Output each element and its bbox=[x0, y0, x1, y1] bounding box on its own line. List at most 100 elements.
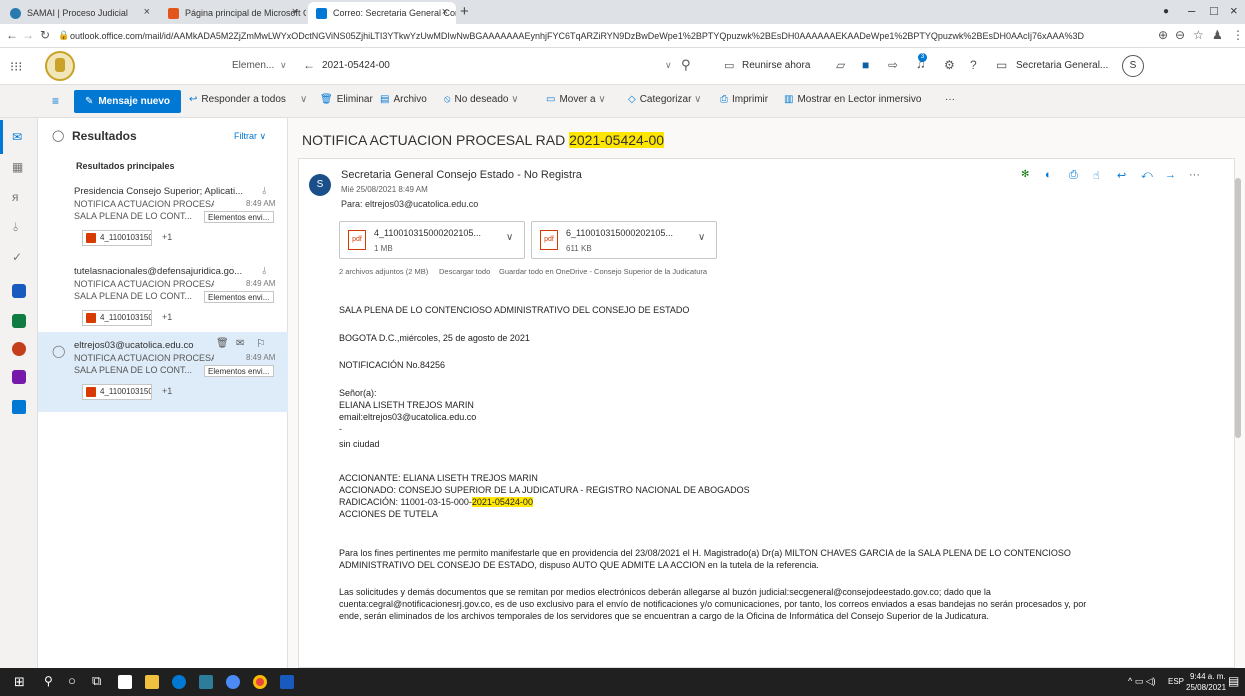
filter-button[interactable]: Filtrar ∨ bbox=[234, 131, 266, 142]
account-icon[interactable]: ♟ bbox=[1212, 28, 1223, 42]
print-button[interactable]: ⎙ Imprimir bbox=[720, 94, 768, 105]
list-item[interactable]: Presidencia Consejo Superior; Aplicati..… bbox=[38, 180, 288, 260]
chrome-icon[interactable] bbox=[253, 675, 267, 689]
tab-microsoft-office[interactable]: Página principal de Microsoft Off × bbox=[160, 2, 306, 24]
folder-dropdown[interactable]: Elemen... bbox=[232, 60, 274, 71]
meet-now-button[interactable]: Reunirse ahora bbox=[742, 60, 810, 71]
save-onedrive-link[interactable]: Guardar todo en OneDrive - Consejo Super… bbox=[499, 267, 707, 276]
mail-app-icon[interactable] bbox=[118, 675, 132, 689]
app-launcher-icon[interactable]: ⁝⁝⁝ bbox=[10, 59, 22, 75]
categorize-button[interactable]: ◇ Categorizar ∨ bbox=[628, 94, 702, 105]
word-icon[interactable] bbox=[280, 675, 294, 689]
reply-all-button[interactable]: ↩ Responder a todos bbox=[189, 94, 286, 105]
search-scope-chevron-icon[interactable]: ∨ bbox=[665, 60, 672, 71]
reply-options-chevron-icon[interactable]: ∨ bbox=[300, 94, 307, 105]
close-tab-icon[interactable]: × bbox=[292, 6, 298, 18]
delete-icon[interactable]: 🗑 bbox=[216, 338, 229, 349]
attachment-card[interactable]: pdf 6_110010315000202105... 611 KB ∨ bbox=[531, 221, 717, 259]
clock-time[interactable]: 9:44 a. m. bbox=[1190, 672, 1226, 681]
share-icon[interactable]: ⇨ bbox=[888, 58, 898, 72]
chevron-down-icon[interactable]: ∨ bbox=[280, 60, 287, 71]
immersive-icon[interactable]: ◐ bbox=[1045, 169, 1052, 181]
teams-icon[interactable]: ■ bbox=[862, 58, 869, 72]
attachment-icon[interactable]: ⫰ bbox=[13, 220, 18, 235]
flag-icon[interactable]: ⚐ bbox=[256, 337, 266, 350]
attachment-menu-chevron-icon[interactable]: ∨ bbox=[698, 232, 705, 243]
windows-start-icon[interactable]: ⊞ bbox=[14, 674, 25, 690]
settings-gear-icon[interactable]: ⚙ bbox=[944, 58, 955, 72]
close-window-icon[interactable]: × bbox=[1230, 3, 1238, 18]
junk-button[interactable]: ⦸ No deseado ∨ bbox=[444, 94, 519, 105]
action-center-icon[interactable]: ▤ bbox=[1228, 674, 1239, 688]
edge-icon[interactable] bbox=[172, 675, 186, 689]
people-icon[interactable]: ᴙ bbox=[12, 190, 19, 204]
profile-dot-icon[interactable]: ● bbox=[1163, 6, 1169, 17]
like-icon[interactable]: ☝ bbox=[1093, 169, 1100, 182]
search-icon[interactable]: ⚲ bbox=[681, 57, 691, 73]
app-icon[interactable] bbox=[226, 675, 240, 689]
extension-icon[interactable]: ⊕ bbox=[1158, 28, 1168, 42]
hamburger-menu-icon[interactable]: ≡ bbox=[52, 94, 59, 108]
account-avatar[interactable]: S bbox=[1122, 55, 1144, 77]
reload-icon[interactable]: ↻ bbox=[40, 28, 50, 42]
attachment-chip[interactable]: 4_11001031500... bbox=[82, 310, 152, 326]
attachment-menu-chevron-icon[interactable]: ∨ bbox=[506, 232, 513, 243]
list-item[interactable]: tutelasnacionales@defensajuridica.go... … bbox=[38, 260, 288, 340]
excel-icon[interactable] bbox=[12, 314, 26, 328]
print-icon[interactable]: ⎙ bbox=[1069, 169, 1078, 182]
close-tab-icon[interactable]: × bbox=[442, 6, 448, 18]
maximize-icon[interactable]: □ bbox=[1210, 3, 1218, 18]
back-arrow-icon[interactable]: ← bbox=[303, 58, 315, 72]
search-icon[interactable]: ⚲ bbox=[44, 674, 53, 688]
minimize-icon[interactable]: – bbox=[1188, 3, 1195, 18]
clock-date[interactable]: 25/08/2021 bbox=[1186, 683, 1226, 692]
onenote-icon[interactable] bbox=[12, 370, 26, 384]
search-input[interactable]: 2021-05424-00 bbox=[322, 60, 390, 71]
task-view-icon[interactable]: ⧉ bbox=[92, 673, 101, 689]
app-addin-icon[interactable]: ✻ bbox=[1021, 169, 1029, 180]
account-name[interactable]: Secretaria General... bbox=[1016, 60, 1108, 71]
my-day-icon[interactable]: ▭ bbox=[996, 58, 1007, 72]
vertical-scrollbar[interactable] bbox=[1235, 178, 1241, 438]
tab-outlook-mail[interactable]: Correo: Secretaria General Conse × bbox=[308, 2, 456, 24]
zoom-icon[interactable]: ⊖ bbox=[1175, 28, 1185, 42]
feedback-icon[interactable]: ▱ bbox=[836, 58, 845, 72]
reply-all-icon[interactable]: ⤺ bbox=[1141, 169, 1153, 182]
forward-icon[interactable]: → bbox=[1165, 169, 1176, 181]
back-icon[interactable]: ← bbox=[6, 28, 18, 42]
more-options-icon[interactable]: ··· bbox=[1189, 169, 1200, 181]
forward-icon[interactable]: → bbox=[22, 28, 34, 42]
delete-button[interactable]: 🗑 Eliminar bbox=[320, 94, 373, 105]
tab-samai[interactable]: SAMAI | Proceso Judicial × bbox=[2, 2, 158, 24]
url-field[interactable]: outlook.office.com/mail/id/AAMkADA5M2ZjZ… bbox=[70, 27, 1090, 45]
help-icon[interactable]: ? bbox=[970, 58, 977, 72]
archive-button[interactable]: ▤ Archivo bbox=[380, 94, 427, 105]
new-message-button[interactable]: ✎ Mensaje nuevo bbox=[74, 90, 181, 113]
reply-icon[interactable]: ↩ bbox=[1117, 169, 1126, 182]
attachment-chip[interactable]: 4_11001031500... bbox=[82, 230, 152, 246]
immersive-reader-button[interactable]: ▥ Mostrar en Lector inmersivo bbox=[784, 94, 921, 105]
word-icon[interactable] bbox=[12, 284, 26, 298]
select-all-checkbox-icon[interactable]: ◯ bbox=[52, 129, 64, 142]
attachment-card[interactable]: pdf 4_110010315000202105... 1 MB ∨ bbox=[339, 221, 525, 259]
mail-icon[interactable]: ✉ bbox=[12, 130, 22, 144]
select-checkbox-icon[interactable]: ◯ bbox=[52, 344, 65, 358]
move-to-button[interactable]: ▭ Mover a ∨ bbox=[546, 94, 606, 105]
close-tab-icon[interactable]: × bbox=[144, 6, 150, 18]
cortana-icon[interactable]: ○ bbox=[68, 673, 76, 688]
system-tray-icons[interactable]: ^ ▭ ◁) bbox=[1128, 676, 1156, 687]
list-item-selected[interactable]: ◯ eltrejos03@ucatolica.edu.co 🗑 ✉ ⚐ NOTI… bbox=[38, 332, 288, 412]
new-tab-icon[interactable]: + bbox=[460, 3, 469, 20]
more-actions-button[interactable]: ··· bbox=[945, 94, 955, 105]
file-explorer-icon[interactable] bbox=[145, 675, 159, 689]
mark-read-icon[interactable]: ✉ bbox=[236, 338, 244, 349]
powerpoint-icon[interactable] bbox=[12, 342, 26, 356]
onedrive-icon[interactable] bbox=[12, 400, 26, 414]
download-all-link[interactable]: Descargar todo bbox=[439, 267, 490, 276]
language-indicator[interactable]: ESP bbox=[1168, 677, 1184, 686]
sender-name[interactable]: Secretaria General Consejo Estado - No R… bbox=[341, 169, 582, 181]
store-icon[interactable] bbox=[199, 675, 213, 689]
attachment-chip[interactable]: 4_11001031500... bbox=[82, 384, 152, 400]
browser-menu-icon[interactable]: ⋮ bbox=[1232, 28, 1244, 42]
star-icon[interactable]: ☆ bbox=[1193, 28, 1204, 42]
